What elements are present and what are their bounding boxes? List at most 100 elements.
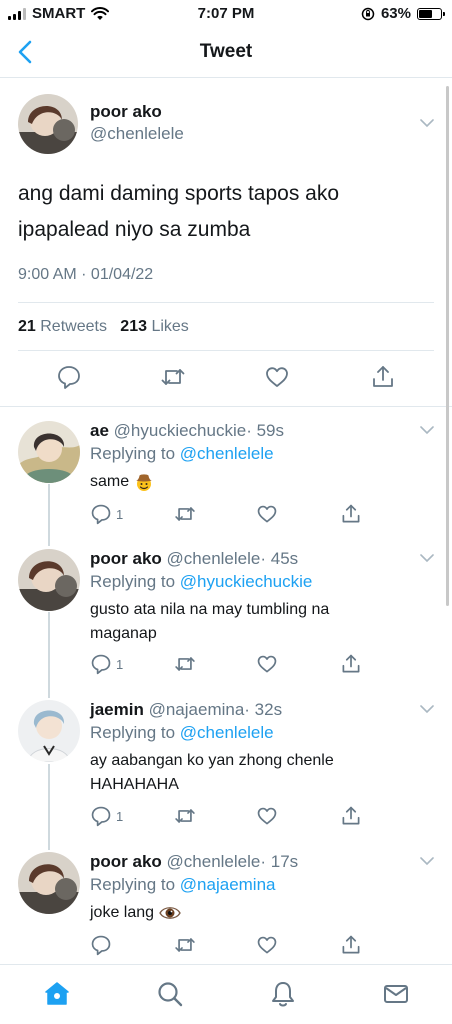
- like-icon[interactable]: [264, 364, 290, 390]
- like-button[interactable]: [256, 805, 278, 827]
- author-handle[interactable]: @chenlelele: [90, 124, 184, 144]
- replying-prefix: Replying to: [90, 723, 176, 742]
- avatar[interactable]: [18, 549, 80, 611]
- reply-actions: 1: [90, 653, 380, 677]
- reply-icon: [91, 654, 111, 675]
- notifications-icon[interactable]: [268, 979, 298, 1009]
- share-icon: [342, 806, 360, 825]
- retweets-count[interactable]: 21: [18, 318, 36, 335]
- reply-actions: 1: [90, 805, 380, 829]
- mention-link[interactable]: @chenlelele: [180, 444, 274, 463]
- mention-link[interactable]: @najaemina: [180, 875, 276, 894]
- author-name[interactable]: poor ako: [90, 852, 162, 871]
- reply-text: joke lang: [90, 901, 420, 925]
- chevron-down-icon[interactable]: [420, 704, 434, 714]
- mention-link[interactable]: @hyuckiechuckie: [180, 572, 313, 591]
- author-name[interactable]: jaemin: [90, 700, 144, 719]
- author-handle[interactable]: @chenlelele: [167, 852, 261, 871]
- retweet-button[interactable]: [174, 805, 196, 827]
- replying-to: Replying to @chenlelele: [90, 723, 274, 743]
- reply-text: ay aabangan ko yan zhong chenle HAHAHAHA: [90, 752, 334, 793]
- reply-text: gusto ata nila na may tumbling na magana…: [90, 601, 330, 642]
- reply-count: 1: [116, 506, 124, 522]
- likes-label[interactable]: Likes: [151, 318, 188, 335]
- chevron-down-icon[interactable]: [420, 425, 434, 435]
- author-name[interactable]: ae: [90, 421, 109, 440]
- like-icon: [257, 655, 277, 673]
- share-button[interactable]: [340, 653, 362, 675]
- reply-button[interactable]: 1: [90, 503, 123, 525]
- reply-age: · 45s: [260, 549, 299, 568]
- divider: [18, 302, 434, 303]
- retweet-icon: [175, 809, 195, 823]
- replying-to: Replying to @najaemina: [90, 875, 276, 895]
- tweet-text: ang dami daming sports tapos ako ipapale…: [18, 182, 340, 241]
- share-icon: [342, 654, 360, 673]
- orientation-lock-icon: [361, 7, 375, 20]
- author-handle[interactable]: @najaemina: [149, 700, 245, 719]
- avatar[interactable]: [18, 700, 80, 762]
- chevron-down-icon[interactable]: [420, 856, 434, 866]
- reply-count: 1: [116, 656, 124, 672]
- reply-button[interactable]: 1: [90, 805, 123, 827]
- avatar[interactable]: [18, 421, 80, 483]
- mention-link[interactable]: @chenlelele: [180, 723, 274, 742]
- retweets-label[interactable]: Retweets: [40, 318, 107, 335]
- share-button[interactable]: [340, 934, 362, 956]
- thread-line: [48, 764, 50, 850]
- reply-text-content: joke lang: [90, 904, 155, 921]
- author-handle[interactable]: @chenlelele: [167, 549, 261, 568]
- chevron-down-icon[interactable]: [420, 553, 434, 563]
- reply-button[interactable]: [90, 934, 116, 956]
- share-icon: [342, 504, 360, 523]
- retweet-icon[interactable]: [160, 364, 186, 390]
- tweet-stats: 21 Retweets 213 Likes: [18, 318, 189, 336]
- reply-header: poor ako @chenlelele· 45s: [90, 549, 298, 569]
- share-button[interactable]: [340, 503, 362, 525]
- like-button[interactable]: [256, 934, 278, 956]
- retweet-icon: [175, 507, 195, 521]
- avatar[interactable]: [18, 852, 80, 914]
- replying-to: Replying to @hyuckiechuckie: [90, 572, 312, 592]
- thread-line: [48, 484, 50, 546]
- messages-icon[interactable]: [381, 979, 411, 1009]
- like-icon: [257, 936, 277, 954]
- avatar[interactable]: [18, 94, 78, 154]
- like-button[interactable]: [256, 653, 278, 675]
- tweet-actions: [0, 360, 452, 396]
- share-icon: [342, 935, 360, 954]
- retweet-button[interactable]: [174, 503, 196, 525]
- reply-icon[interactable]: [56, 364, 82, 390]
- scrollbar[interactable]: [446, 86, 449, 606]
- reply-age: · 59s: [246, 421, 284, 440]
- chevron-down-icon[interactable]: [420, 118, 434, 128]
- reply-age: · 17s: [260, 852, 299, 871]
- tab-bar: [0, 964, 452, 1024]
- reply-icon: [91, 504, 111, 525]
- share-button[interactable]: [340, 805, 362, 827]
- home-icon[interactable]: [42, 979, 72, 1009]
- reply-actions: [90, 934, 380, 958]
- reply-header: poor ako @chenlelele· 17s: [90, 852, 298, 872]
- author-handle[interactable]: @hyuckiechuckie: [114, 421, 247, 440]
- retweet-button[interactable]: [174, 653, 196, 675]
- retweet-button[interactable]: [174, 934, 196, 956]
- replying-prefix: Replying to: [90, 444, 176, 463]
- share-icon[interactable]: [370, 364, 396, 390]
- author-name[interactable]: poor ako: [90, 102, 162, 122]
- reply-button[interactable]: 1: [90, 653, 123, 675]
- like-icon: [257, 807, 277, 825]
- reply-count: 1: [116, 808, 124, 824]
- tweet-timestamp: 9:00 AM · 01/04/22: [18, 266, 154, 283]
- divider: [18, 350, 434, 351]
- battery-icon: [417, 7, 445, 20]
- reply-icon: [91, 806, 111, 827]
- divider: [0, 406, 452, 407]
- author-name[interactable]: poor ako: [90, 549, 162, 568]
- retweet-icon: [175, 657, 195, 671]
- reply-actions: 1: [90, 503, 380, 527]
- search-icon[interactable]: [155, 979, 185, 1009]
- replying-to: Replying to @chenlelele: [90, 444, 274, 464]
- likes-count[interactable]: 213: [120, 318, 147, 335]
- like-button[interactable]: [256, 503, 278, 525]
